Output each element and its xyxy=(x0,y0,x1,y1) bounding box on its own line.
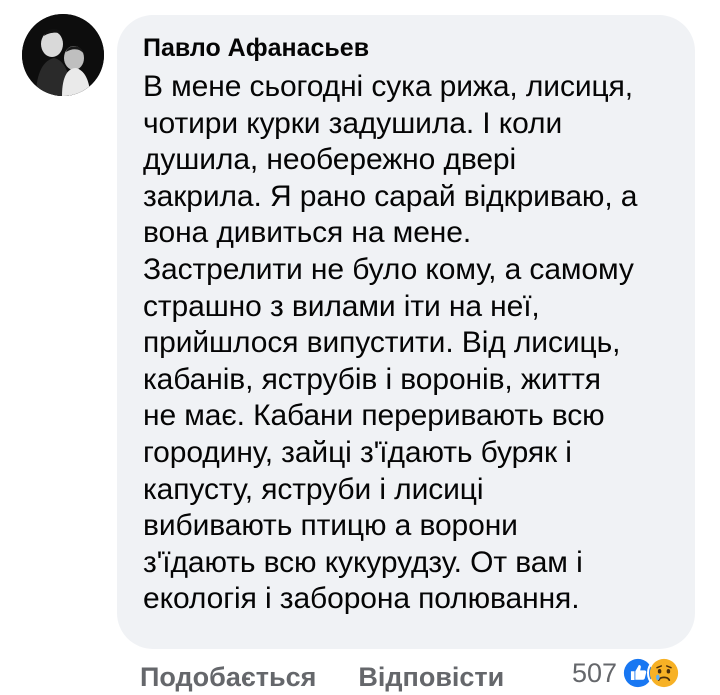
profile-photo xyxy=(22,14,104,96)
comment-bubble: Павло Афанасьев В мене сьогодні сука риж… xyxy=(117,15,695,649)
avatar[interactable] xyxy=(22,14,104,96)
comment-actions: Подобається Відповісти xyxy=(140,660,504,694)
sad-icon xyxy=(647,656,682,690)
like-button[interactable]: Подобається xyxy=(140,660,316,694)
reply-button[interactable]: Відповісти xyxy=(358,660,504,694)
comment-author[interactable]: Павло Афанасьев xyxy=(143,33,369,63)
reaction-count: 507 xyxy=(572,658,618,688)
comment: Павло Афанасьев В мене сьогодні сука риж… xyxy=(0,0,720,695)
reactions-summary[interactable]: 507 xyxy=(572,656,682,690)
comment-text: В мене сьогодні сука рижа, лисиця, чотир… xyxy=(143,70,638,616)
